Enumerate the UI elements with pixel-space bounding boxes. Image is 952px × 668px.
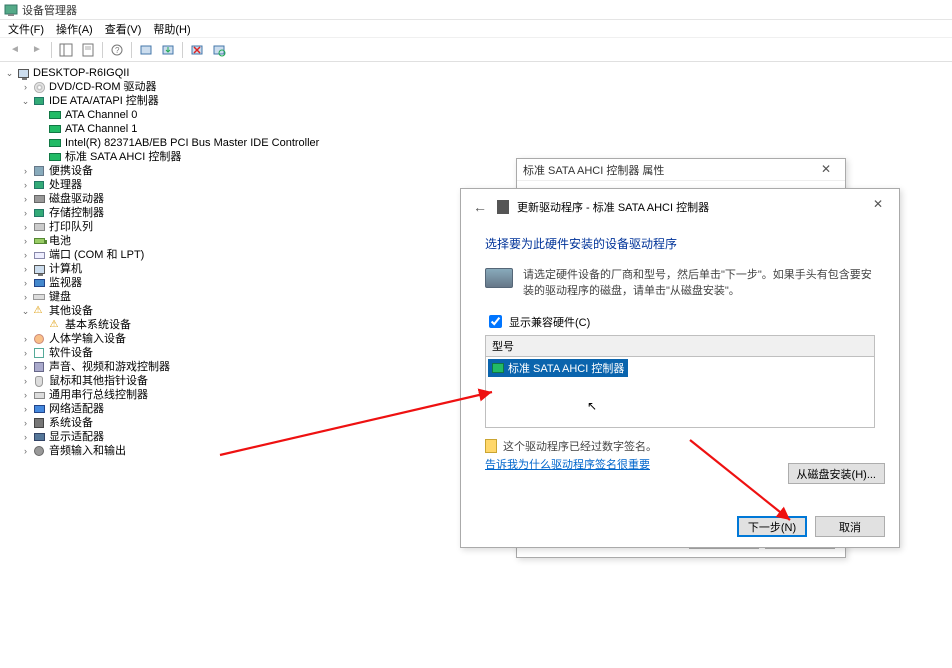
toolbar-scan-hardware[interactable] xyxy=(208,39,230,61)
warning-icon xyxy=(48,318,62,332)
storage-icon xyxy=(32,206,46,220)
app-icon xyxy=(4,3,18,17)
computer-icon xyxy=(32,262,46,276)
window-title: 设备管理器 xyxy=(22,2,77,18)
tree-intel-ide[interactable]: Intel(R) 82371AB/EB PCI Bus Master IDE C… xyxy=(36,136,952,150)
expand-icon[interactable]: ⌄ xyxy=(20,94,31,108)
toolbar-scan-icon[interactable] xyxy=(135,39,157,61)
back-icon[interactable]: ← xyxy=(471,199,489,215)
close-icon[interactable]: ✕ xyxy=(811,162,841,178)
expand-icon[interactable]: › xyxy=(20,80,31,94)
toolbar-help[interactable]: ? xyxy=(106,39,128,61)
toolbar-properties[interactable] xyxy=(77,39,99,61)
tree-ata-ch1[interactable]: ATA Channel 1 xyxy=(36,122,952,136)
controller-icon xyxy=(48,136,62,150)
next-button[interactable]: 下一步(N) xyxy=(737,516,807,537)
nav-back-button[interactable]: ◄ xyxy=(4,39,26,61)
driver-listbox[interactable]: 标准 SATA AHCI 控制器 ↖ xyxy=(485,356,875,428)
channel-icon xyxy=(48,122,62,136)
wizard-heading: 选择要为此硬件安装的设备驱动程序 xyxy=(485,235,875,252)
computer-icon xyxy=(16,66,30,80)
why-signing-link[interactable]: 告诉我为什么驱动程序签名很重要 xyxy=(485,456,650,472)
menu-help[interactable]: 帮助(H) xyxy=(147,20,196,38)
hardware-icon xyxy=(485,268,513,288)
model-column-header[interactable]: 型号 xyxy=(485,335,875,356)
toolbar-update-driver[interactable] xyxy=(157,39,179,61)
audio-icon xyxy=(32,444,46,458)
disk-icon xyxy=(32,192,46,206)
update-driver-wizard: ← 更新驱动程序 - 标准 SATA AHCI 控制器 ✕ 选择要为此硬件安装的… xyxy=(460,188,900,548)
tree-ata-ch0[interactable]: ATA Channel 0 xyxy=(36,108,952,122)
mouse-icon xyxy=(32,374,46,388)
wizard-header: ← 更新驱动程序 - 标准 SATA AHCI 控制器 ✕ xyxy=(461,189,899,225)
cpu-icon xyxy=(32,178,46,192)
system-icon xyxy=(32,416,46,430)
display-icon xyxy=(32,430,46,444)
usb-icon xyxy=(32,388,46,402)
sound-icon xyxy=(32,360,46,374)
keyboard-icon xyxy=(32,290,46,304)
port-icon xyxy=(32,248,46,262)
wizard-title: 更新驱动程序 - 标准 SATA AHCI 控制器 xyxy=(517,199,709,215)
cursor-icon: ↖ xyxy=(587,399,597,413)
tree-ide[interactable]: ⌄IDE ATA/ATAPI 控制器 xyxy=(20,94,952,108)
hid-icon xyxy=(32,332,46,346)
expand-icon[interactable]: ⌄ xyxy=(20,304,31,318)
channel-icon xyxy=(48,108,62,122)
monitor-icon xyxy=(32,276,46,290)
window-titlebar: 设备管理器 xyxy=(0,0,952,20)
menu-action[interactable]: 操作(A) xyxy=(50,20,99,38)
properties-dialog-title[interactable]: 标准 SATA AHCI 控制器 属性 ✕ xyxy=(517,159,845,181)
other-icon xyxy=(32,304,46,318)
close-icon[interactable]: ✕ xyxy=(863,197,893,213)
install-from-disk-button[interactable]: 从磁盘安装(H)... xyxy=(788,463,885,484)
controller-icon xyxy=(32,94,46,108)
controller-icon xyxy=(48,150,62,164)
toolbar: ◄ ► ? xyxy=(0,38,952,62)
show-compatible-checkbox[interactable] xyxy=(489,315,502,328)
expand-icon[interactable]: ⌄ xyxy=(4,66,15,80)
software-icon xyxy=(32,346,46,360)
cancel-button[interactable]: 取消 xyxy=(815,516,885,537)
toolbar-show-hide[interactable] xyxy=(55,39,77,61)
toolbar-uninstall[interactable] xyxy=(186,39,208,61)
menu-file[interactable]: 文件(F) xyxy=(2,20,50,38)
certificate-icon xyxy=(485,439,497,453)
driver-list-item[interactable]: 标准 SATA AHCI 控制器 xyxy=(488,359,628,377)
network-icon xyxy=(32,402,46,416)
dvd-icon xyxy=(32,80,46,94)
device-icon xyxy=(32,164,46,178)
driver-icon xyxy=(497,200,509,214)
wizard-instruction: 请选定硬件设备的厂商和型号，然后单击"下一步"。如果手头有包含要安装的驱动程序的… xyxy=(523,266,875,298)
nav-forward-button[interactable]: ► xyxy=(26,39,48,61)
svg-text:?: ? xyxy=(115,46,120,55)
signed-note: 这个驱动程序已经过数字签名。 xyxy=(485,438,875,454)
menu-view[interactable]: 查看(V) xyxy=(99,20,148,38)
show-compatible-label: 显示兼容硬件(C) xyxy=(509,314,590,330)
battery-icon xyxy=(32,234,46,248)
tree-root[interactable]: ⌄ DESKTOP-R6IGQII xyxy=(4,66,952,80)
driver-item-icon xyxy=(492,363,504,373)
printer-icon xyxy=(32,220,46,234)
tree-dvd[interactable]: ›DVD/CD-ROM 驱动器 xyxy=(20,80,952,94)
menu-bar: 文件(F) 操作(A) 查看(V) 帮助(H) xyxy=(0,20,952,38)
